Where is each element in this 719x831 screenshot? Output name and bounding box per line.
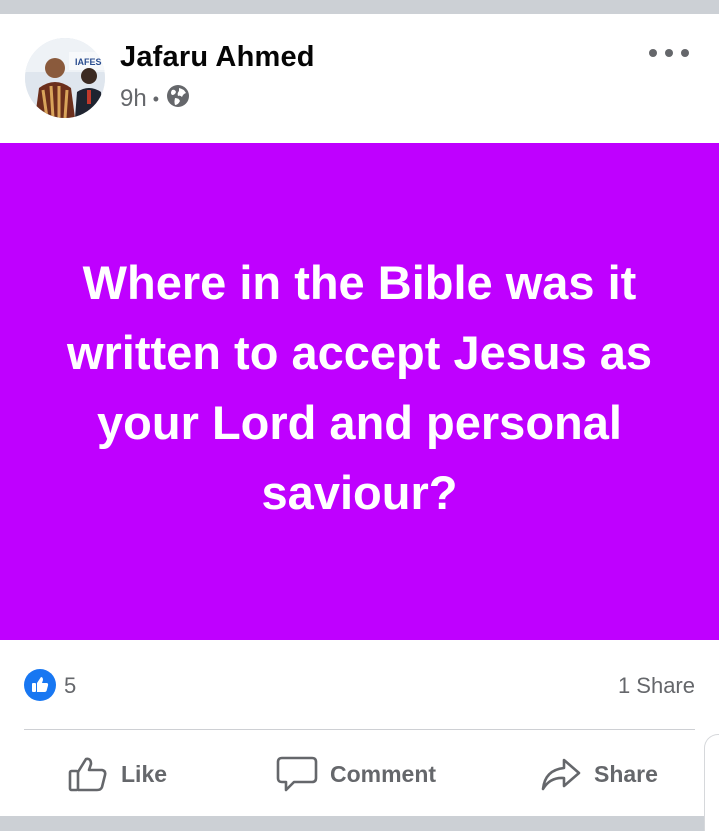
share-count[interactable]: 1 Share [618, 673, 695, 699]
post-header: IAFES Jafaru Ahmed 9h • [0, 14, 719, 143]
divider [24, 729, 695, 730]
avatar[interactable]: IAFES [25, 38, 105, 118]
adjacent-card-edge [704, 734, 719, 831]
post-time[interactable]: 9h [120, 85, 147, 113]
post-card: IAFES Jafaru Ahmed 9h • Where in the Bib… [0, 14, 719, 831]
share-label: Share [594, 760, 658, 787]
avatar-badge-text: IAFES [75, 57, 102, 67]
more-dot [649, 49, 657, 57]
post-actions: Like Comment Share [0, 744, 719, 804]
reaction-stats: 5 1 Share [0, 664, 719, 708]
more-dot [681, 49, 689, 57]
comment-button[interactable]: Comment [276, 744, 436, 804]
thumbs-up-badge-icon[interactable] [24, 669, 56, 701]
share-button[interactable]: Share [540, 744, 658, 804]
post-text: Where in the Bible was it written to acc… [66, 255, 653, 519]
avatar-photo: IAFES [25, 38, 105, 118]
meta-separator: • [152, 88, 160, 109]
comment-label: Comment [330, 760, 437, 787]
share-arrow-icon [541, 758, 581, 791]
post-meta: 9h • [120, 84, 190, 114]
comment-icon [276, 756, 318, 792]
more-horizontal-icon[interactable] [649, 40, 689, 66]
more-dot [665, 49, 673, 57]
thumbs-up-icon [68, 757, 107, 792]
like-count[interactable]: 5 [64, 673, 76, 699]
author-name[interactable]: Jafaru Ahmed [120, 41, 315, 74]
like-button[interactable]: Like [67, 744, 167, 804]
like-label: Like [121, 760, 168, 787]
globe-icon [166, 84, 190, 115]
post-background-banner[interactable]: Where in the Bible was it written to acc… [0, 143, 719, 640]
